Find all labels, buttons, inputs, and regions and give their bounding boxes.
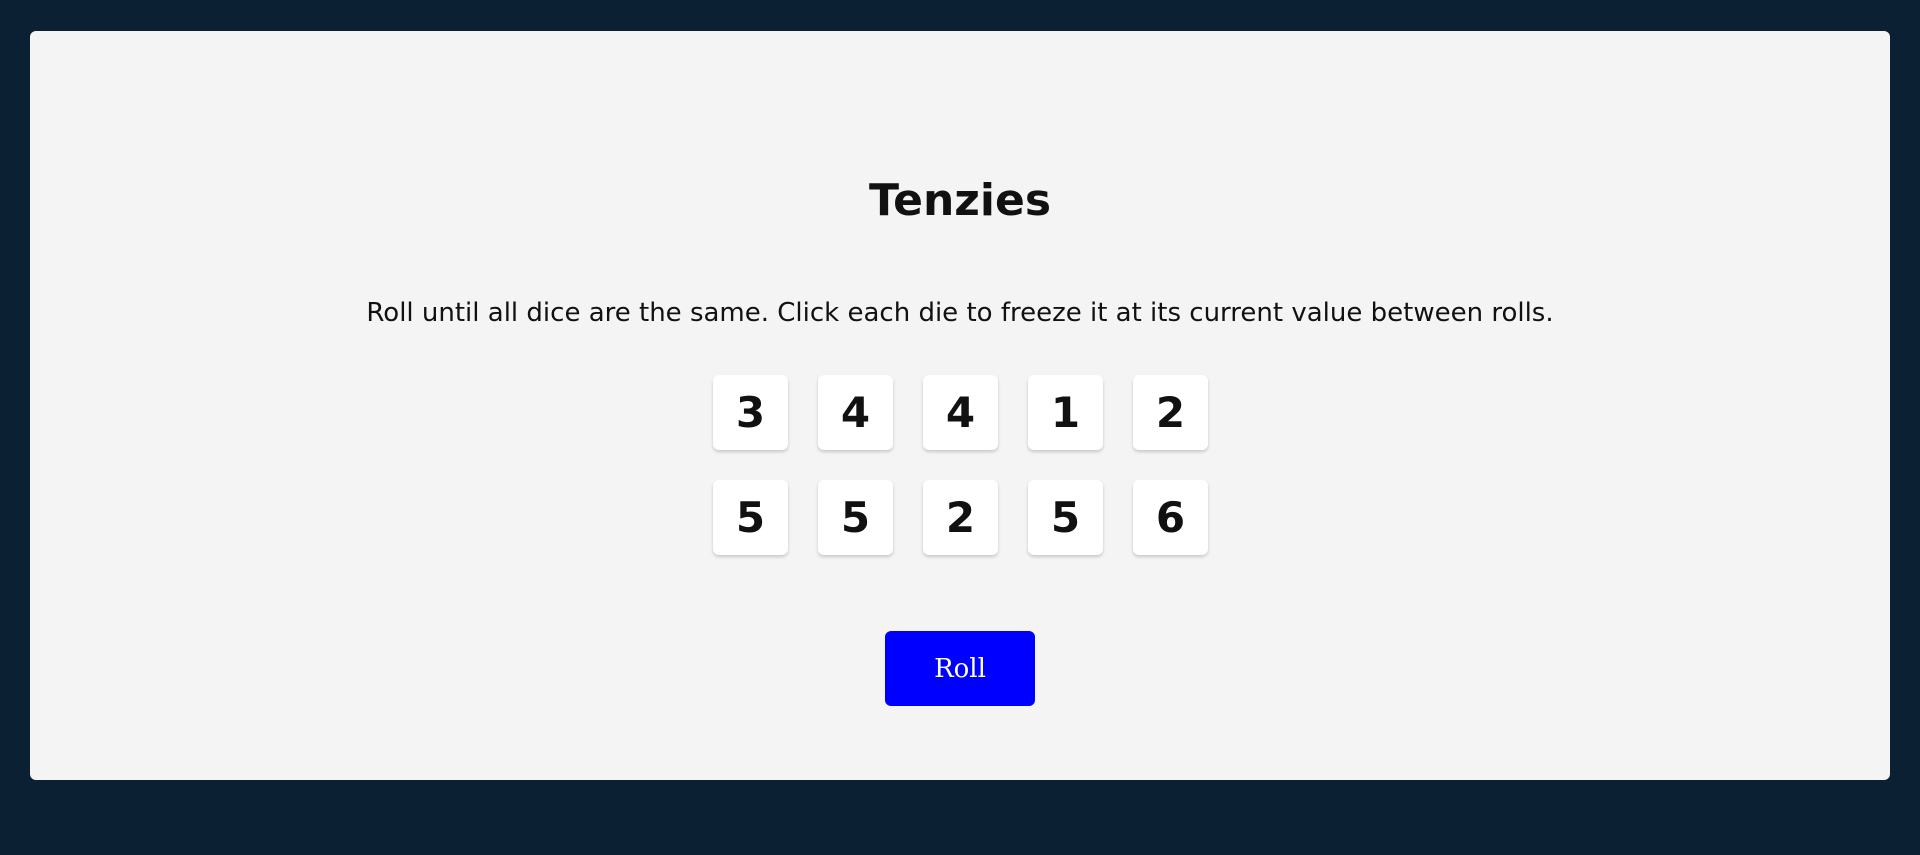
die-9[interactable]: 5 — [1028, 480, 1103, 555]
die-1[interactable]: 3 — [713, 375, 788, 450]
instructions-text: Roll until all dice are the same. Click … — [366, 298, 1554, 328]
roll-button[interactable]: Roll — [885, 631, 1035, 706]
dice-grid: 3 4 4 1 2 5 5 2 5 6 — [713, 375, 1209, 555]
die-5[interactable]: 2 — [1133, 375, 1208, 450]
die-8[interactable]: 2 — [923, 480, 998, 555]
die-2[interactable]: 4 — [818, 375, 893, 450]
page-title: Tenzies — [868, 175, 1052, 226]
die-10[interactable]: 6 — [1133, 480, 1208, 555]
game-board: Tenzies Roll until all dice are the same… — [30, 31, 1890, 780]
die-4[interactable]: 1 — [1028, 375, 1103, 450]
die-7[interactable]: 5 — [818, 480, 893, 555]
die-3[interactable]: 4 — [923, 375, 998, 450]
die-6[interactable]: 5 — [713, 480, 788, 555]
